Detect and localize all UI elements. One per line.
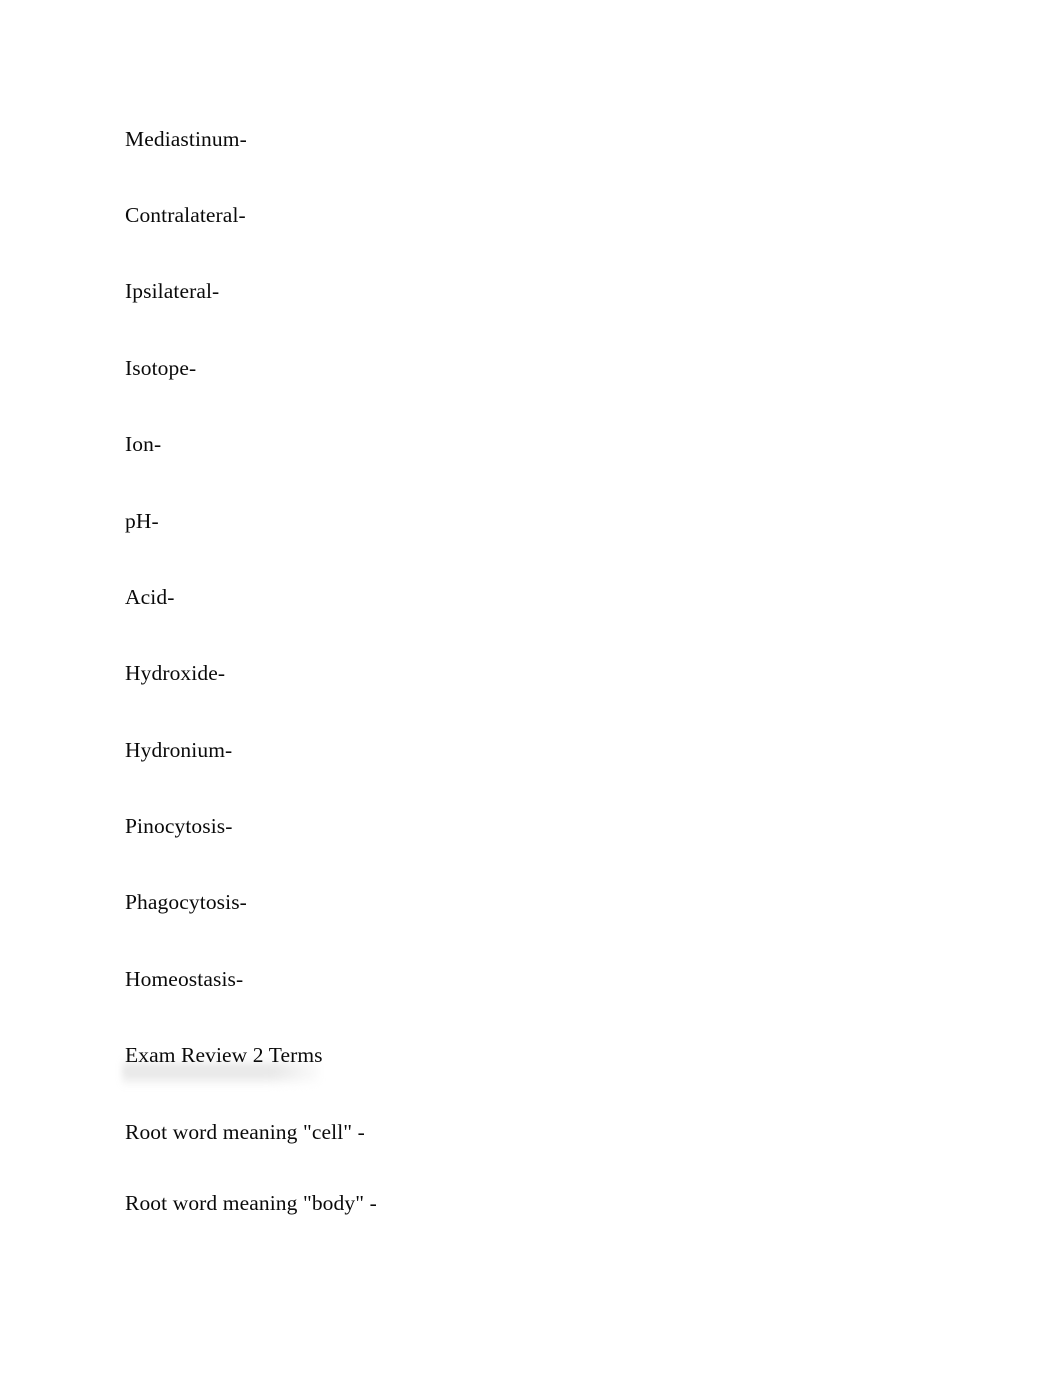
- term-line: Isotope-: [125, 356, 197, 380]
- term-line: pH-: [125, 509, 159, 533]
- prompt-line: Root word meaning "body" -: [125, 1191, 377, 1215]
- term-line: Hydronium-: [125, 738, 233, 762]
- term-line: Contralateral-: [125, 203, 246, 227]
- section-heading: Exam Review 2 Terms: [125, 1043, 323, 1067]
- document-page: Mediastinum- Contralateral- Ipsilateral-…: [0, 0, 1062, 1376]
- term-line: Hydroxide-: [125, 661, 226, 685]
- term-line: Phagocytosis-: [125, 890, 247, 914]
- term-line: Pinocytosis-: [125, 814, 233, 838]
- term-line: Acid-: [125, 585, 175, 609]
- term-line: Mediastinum-: [125, 127, 247, 151]
- term-line: Ipsilateral-: [125, 279, 220, 303]
- term-line: Homeostasis-: [125, 967, 244, 991]
- term-line: Ion-: [125, 432, 162, 456]
- prompt-line: Root word meaning "cell" -: [125, 1120, 365, 1144]
